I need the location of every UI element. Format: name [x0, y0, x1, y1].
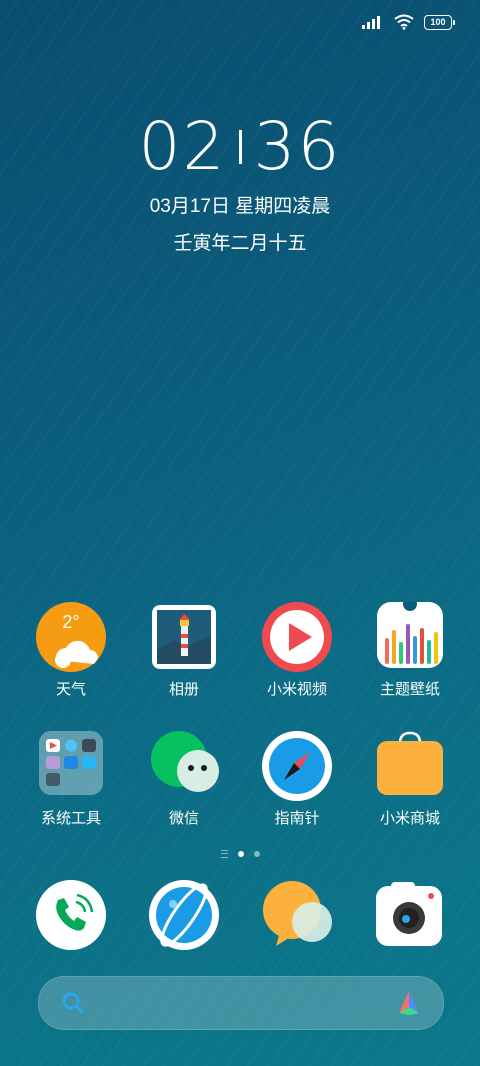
app-weather[interactable]: 2° 天气 [11, 602, 131, 699]
wechat-icon [149, 731, 219, 801]
lockscreen-clock[interactable]: 02 36 03月17日 星期四凌晨 壬寅年二月十五 [0, 108, 480, 255]
gallery-icon [149, 602, 219, 672]
app-label: 小米视频 [266, 681, 327, 698]
status-bar: 100 [362, 12, 455, 32]
weather-temp: 2° [62, 612, 80, 632]
phone-icon[interactable] [36, 880, 106, 950]
app-compass[interactable]: 指南针 [237, 731, 357, 828]
signal-icon [362, 16, 380, 29]
app-label: 系统工具 [40, 810, 101, 827]
menu-icon [220, 850, 228, 858]
assistant-icon[interactable] [395, 989, 423, 1017]
app-label: 相册 [168, 681, 199, 698]
weather-icon: 2° [36, 602, 106, 672]
app-mi-video[interactable]: 小米视频 [237, 602, 357, 699]
app-gallery[interactable]: 相册 [124, 602, 244, 699]
time: 02 36 [0, 108, 480, 185]
wifi-icon [394, 14, 414, 30]
search-bar[interactable] [38, 976, 444, 1030]
clock-hours: 02 [138, 108, 227, 185]
app-folder-tools[interactable]: 系统工具 [11, 731, 131, 828]
battery-icon: 100 [424, 14, 455, 30]
page-indicator[interactable] [0, 850, 480, 858]
app-label: 指南针 [274, 810, 320, 827]
play-icon [262, 602, 332, 672]
clock-separator [238, 129, 242, 164]
app-label: 小米商城 [379, 810, 440, 827]
app-label: 微信 [168, 810, 199, 827]
lunar-date: 壬寅年二月十五 [173, 233, 307, 254]
browser-icon[interactable] [149, 880, 219, 950]
messages-icon[interactable] [262, 880, 332, 950]
app-themes[interactable]: 主题壁纸 [350, 597, 470, 699]
shopping-bag-icon [375, 731, 445, 801]
app-label: 主题壁纸 [379, 681, 440, 698]
folder-icon [36, 731, 106, 801]
date: 03月17日 星期四凌晨 [149, 196, 331, 217]
search-icon [62, 992, 84, 1014]
compass-icon [262, 731, 332, 801]
app-label: 天气 [55, 681, 86, 698]
clock-minutes: 36 [253, 108, 342, 185]
page-dot-active [237, 851, 244, 857]
camera-icon[interactable] [375, 880, 445, 950]
app-wechat[interactable]: 微信 [124, 731, 244, 828]
page-dot [253, 851, 260, 857]
battery-level: 100 [430, 16, 446, 27]
app-mi-store[interactable]: 小米商城 [350, 731, 470, 828]
themes-icon [375, 597, 445, 672]
